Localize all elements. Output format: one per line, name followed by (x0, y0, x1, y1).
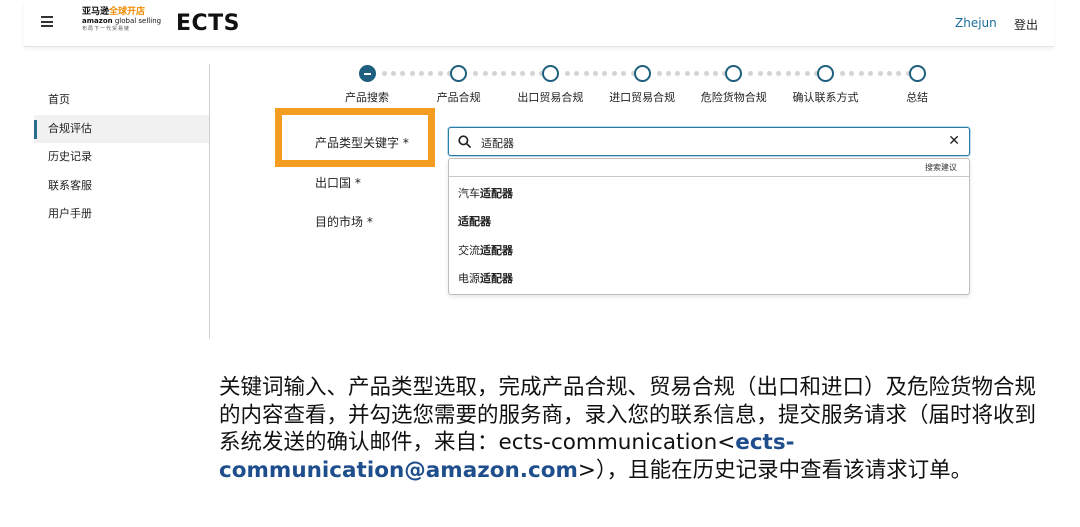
logout-link[interactable]: 登出 (1014, 16, 1038, 33)
suggestion-prefix: 电源 (458, 272, 480, 285)
suggestions-divider (449, 176, 969, 177)
search-input-value[interactable]: 适配器 (481, 135, 514, 151)
sidebar-item-home[interactable]: 首页 (34, 86, 210, 115)
logo-text-amazon: amazon (82, 17, 113, 25)
search-icon (458, 135, 471, 148)
description-caption: 关键词输入、产品类型选取，完成产品合规、贸易合规（出口和进口）及危险货物合规的内… (219, 374, 1039, 484)
suggestion-item[interactable]: 适配器 (458, 213, 491, 229)
step-label: 进口贸易合规 (609, 91, 676, 104)
destination-market-label: 目的市场 * (315, 215, 373, 229)
suggestion-prefix: 交流 (458, 244, 480, 257)
suggestion-item[interactable]: 电源适配器 (458, 270, 513, 286)
logo-tagline: 布局下一代贸易链 (82, 26, 131, 32)
keyword-label: 产品类型关键字 * (315, 136, 409, 150)
step-indicator (633, 65, 651, 82)
app-title: ECTS (176, 11, 241, 36)
suggestion-match: 适配器 (480, 272, 513, 285)
suggestion-prefix: 汽车 (458, 187, 480, 200)
suggestion-match: 适配器 (480, 244, 513, 257)
suggestion-item[interactable]: 交流适配器 (458, 242, 513, 258)
step-label: 产品合规 (436, 91, 481, 104)
step-indicator (358, 65, 376, 82)
progress-stepper: 产品搜索 产品合规 出口贸易合规 进口贸易合规 危险货物合规 确认联系方式 总结 (340, 62, 940, 107)
step-connector (473, 71, 548, 76)
suggestion-match: 适配器 (458, 215, 491, 228)
logo-text-global-selling: global selling (112, 17, 162, 25)
step-connector (748, 71, 823, 76)
step-label: 产品搜索 (345, 91, 389, 104)
suggestion-item[interactable]: 汽车适配器 (458, 185, 513, 201)
menu-icon[interactable] (41, 16, 53, 27)
logo-text-cn: 亚马逊 (82, 7, 110, 17)
step-connector (840, 71, 915, 76)
caption-text: 关键词输入、产品类型选取，完成产品合规、贸易合规（出口和进口）及危险货物合规的内… (219, 375, 1037, 455)
sidebar-item-contact-support[interactable]: 联系客服 (34, 172, 210, 201)
step-indicator (817, 65, 834, 82)
step-label: 确认联系方式 (792, 91, 859, 104)
user-name-link[interactable]: Zhejun (955, 16, 997, 30)
suggestions-header: 搜索建议 (925, 163, 957, 172)
step-indicator (725, 65, 743, 82)
sidebar-item-user-manual[interactable]: 用户手册 (34, 200, 210, 229)
step-indicator (908, 65, 926, 82)
logo-text-cn-orange: 全球开店 (109, 7, 146, 17)
sidebar-divider (209, 64, 210, 339)
caption-text-end: >），且能在历史记录中查看该请求订单。 (577, 457, 973, 483)
clear-icon[interactable]: ✕ (948, 133, 960, 149)
step-connector (381, 71, 457, 76)
amazon-global-selling-logo: 亚马逊全球开店 amazon global selling 布局下一代贸易链 (82, 7, 162, 39)
step-connector (564, 71, 640, 76)
sidebar-item-compliance-assessment[interactable]: 合规评估 (34, 114, 210, 143)
top-bar: 亚马逊全球开店 amazon global selling 布局下一代贸易链 E… (24, 0, 1054, 46)
step-label: 总结 (906, 91, 929, 104)
suggestions-dropdown: 搜索建议 汽车适配器 适配器 交流适配器 电源适配器 (448, 158, 970, 295)
suggestion-match: 适配器 (480, 187, 513, 200)
step-indicator (541, 65, 559, 82)
sidebar-nav: 首页 合规评估 历史记录 联系客服 用户手册 (34, 86, 210, 229)
step-label: 危险货物合规 (700, 91, 767, 104)
step-label: 出口贸易合规 (517, 91, 584, 104)
sidebar-item-history[interactable]: 历史记录 (34, 143, 210, 172)
export-country-label: 出口国 * (315, 176, 361, 190)
keyword-search-input[interactable]: 适配器 ✕ (448, 127, 970, 156)
step-connector (656, 71, 732, 76)
step-indicator (450, 65, 468, 82)
